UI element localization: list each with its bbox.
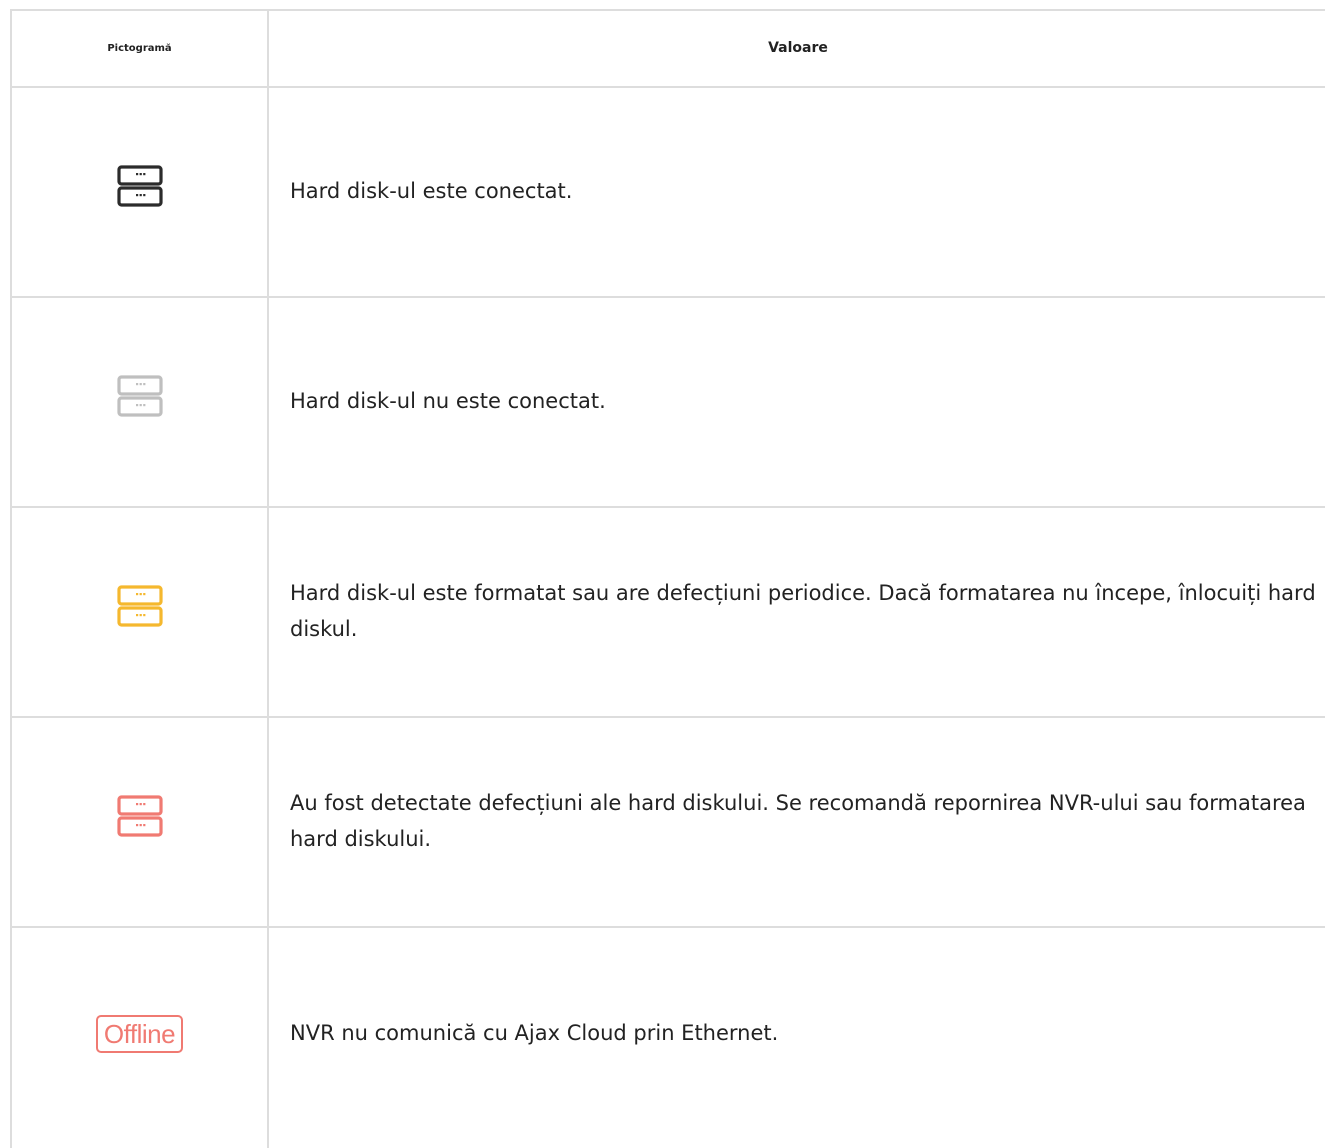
table-row: Offline NVR nu comunică cu Ajax Cloud pr…	[12, 928, 1325, 1148]
value-text: NVR nu comunică cu Ajax Cloud prin Ether…	[290, 1021, 779, 1046]
icon-cell	[12, 508, 269, 716]
table-row: Au fost detectate defecțiuni ale hard di…	[12, 718, 1325, 928]
offline-badge: Offline	[95, 1015, 184, 1053]
status-icons-table: Pictogramă Valoare Hard disk-ul este con…	[10, 9, 1325, 1148]
header-value-column: Valoare	[768, 39, 828, 56]
table-row: Hard disk-ul este conectat.	[12, 88, 1325, 298]
icon-cell	[12, 88, 269, 296]
icon-cell	[12, 718, 269, 926]
hdd-disconnected-icon	[116, 375, 163, 417]
icon-cell	[12, 298, 269, 506]
hdd-formatting-icon	[116, 585, 163, 627]
header-icon-column: Pictogramă	[12, 11, 269, 86]
value-text: Au fost detectate defecțiuni ale hard di…	[290, 791, 1306, 851]
value-text: Hard disk-ul este formatat sau are defec…	[290, 581, 1316, 641]
hdd-connected-icon	[116, 165, 163, 207]
icon-cell: Offline	[12, 928, 269, 1148]
table-row: Hard disk-ul este formatat sau are defec…	[12, 508, 1325, 718]
table-header-row: Pictogramă Valoare	[12, 11, 1325, 88]
hdd-error-icon	[116, 795, 163, 837]
table-row: Hard disk-ul nu este conectat.	[12, 298, 1325, 508]
value-text: Hard disk-ul nu este conectat.	[290, 389, 606, 414]
value-text: Hard disk-ul este conectat.	[290, 179, 573, 204]
